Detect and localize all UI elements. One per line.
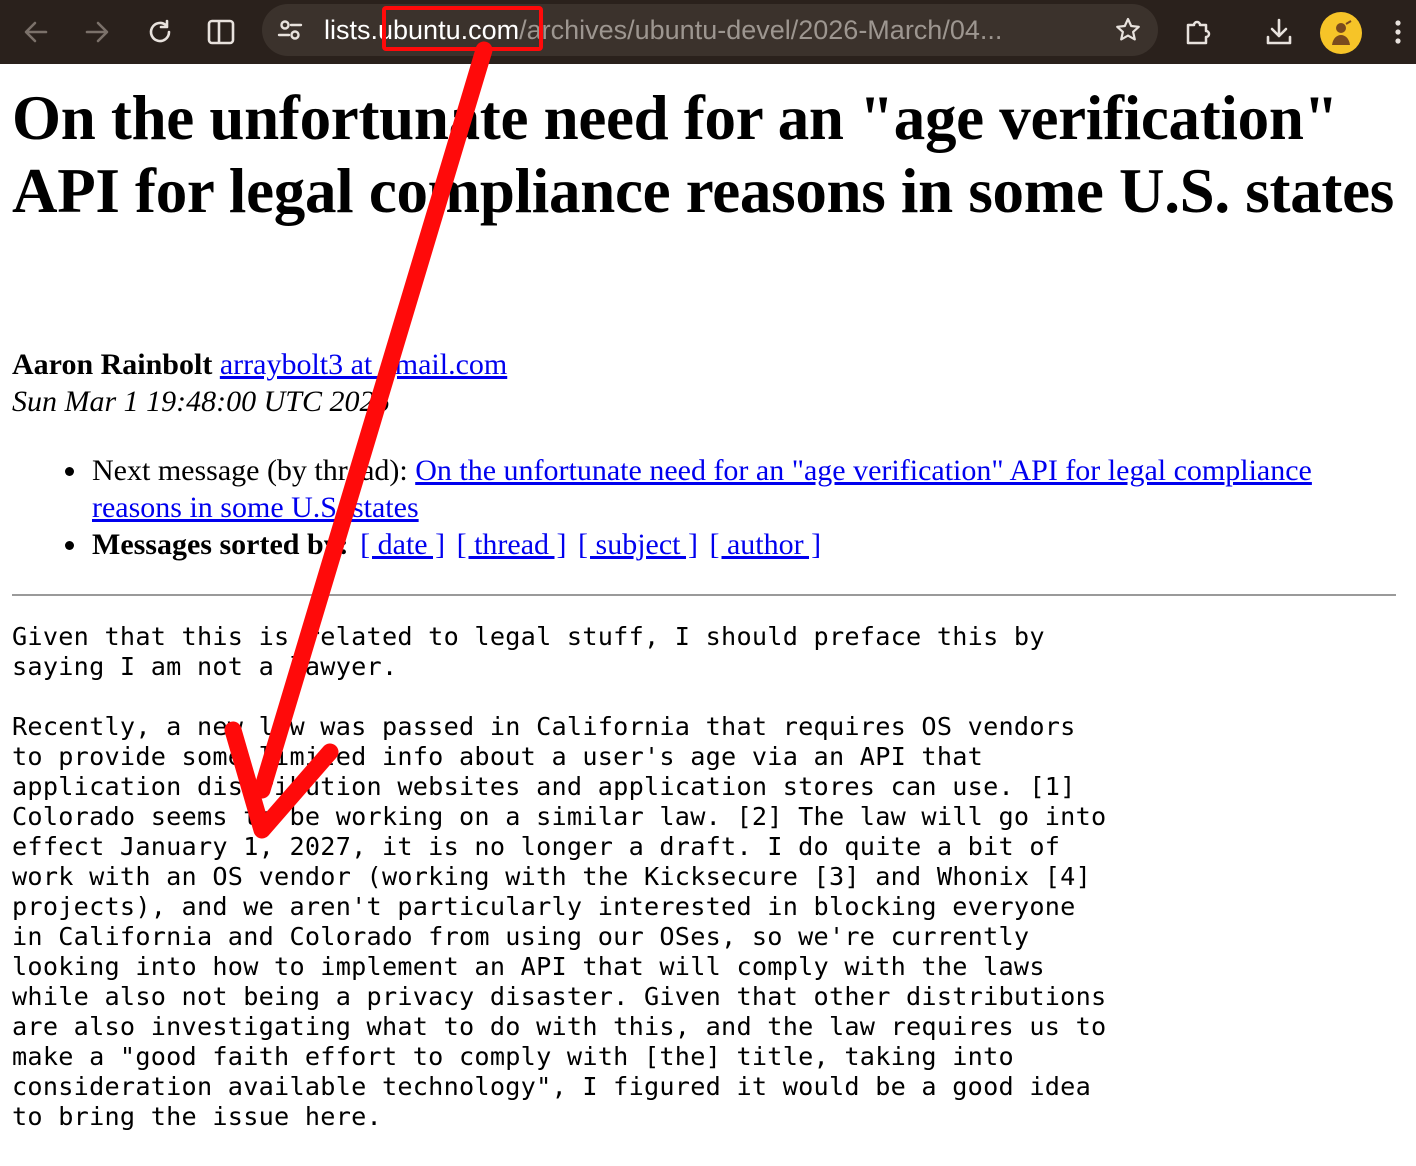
author-line: Aaron Rainbolt arraybolt3 at gmail.com bbox=[12, 347, 507, 383]
sort-by-author-link[interactable]: [ author ] bbox=[710, 528, 822, 561]
message-nav: Next message (by thread): On the unfortu… bbox=[12, 452, 1404, 563]
url-host: ubuntu.com bbox=[378, 15, 520, 45]
address-bar[interactable]: lists.ubuntu.com/archives/ubuntu-devel/2… bbox=[262, 4, 1158, 56]
reload-icon[interactable] bbox=[142, 14, 178, 50]
message-page: On the unfortunate need for an "age veri… bbox=[12, 64, 1404, 1131]
split-view-icon[interactable] bbox=[203, 14, 239, 50]
sort-by-thread-link[interactable]: [ thread ] bbox=[457, 528, 567, 561]
message-date: Sun Mar 1 19:48:00 UTC 2026 bbox=[12, 385, 390, 418]
puzzle-icon[interactable] bbox=[1180, 14, 1216, 50]
author-email-link[interactable]: arraybolt3 at gmail.com bbox=[220, 348, 507, 381]
sort-by-date-link[interactable]: [ date ] bbox=[360, 528, 445, 561]
message-title: On the unfortunate need for an "age veri… bbox=[12, 83, 1394, 226]
sorted-by-item: Messages sorted by: [ date ] [ thread ] … bbox=[65, 526, 1404, 563]
sort-by-subject-link[interactable]: [ subject ] bbox=[578, 528, 698, 561]
message-body: Given that this is related to legal stuf… bbox=[12, 622, 1107, 1131]
next-message-label: Next message (by thread): bbox=[92, 454, 408, 487]
url-path: /archives/ubuntu-devel/2026-March/04... bbox=[519, 15, 1003, 45]
url-text[interactable]: lists.ubuntu.com/archives/ubuntu-devel/2… bbox=[324, 13, 1094, 47]
tune-icon[interactable] bbox=[276, 16, 304, 44]
avatar-icon[interactable] bbox=[1320, 12, 1362, 54]
browser-toolbar: lists.ubuntu.com/archives/ubuntu-devel/2… bbox=[0, 0, 1416, 64]
author-name: Aaron Rainbolt bbox=[12, 348, 213, 381]
separator-line bbox=[12, 594, 1396, 596]
url-host-prefix: lists. bbox=[324, 15, 378, 45]
download-icon[interactable] bbox=[1261, 14, 1297, 50]
kebab-menu-icon[interactable] bbox=[1384, 14, 1412, 50]
next-message-item: Next message (by thread): On the unfortu… bbox=[65, 452, 1404, 526]
forward-arrow-icon[interactable] bbox=[79, 14, 115, 50]
star-icon[interactable] bbox=[1114, 16, 1142, 44]
sorted-by-label: Messages sorted by: bbox=[92, 528, 349, 561]
back-arrow-icon[interactable] bbox=[18, 14, 54, 50]
